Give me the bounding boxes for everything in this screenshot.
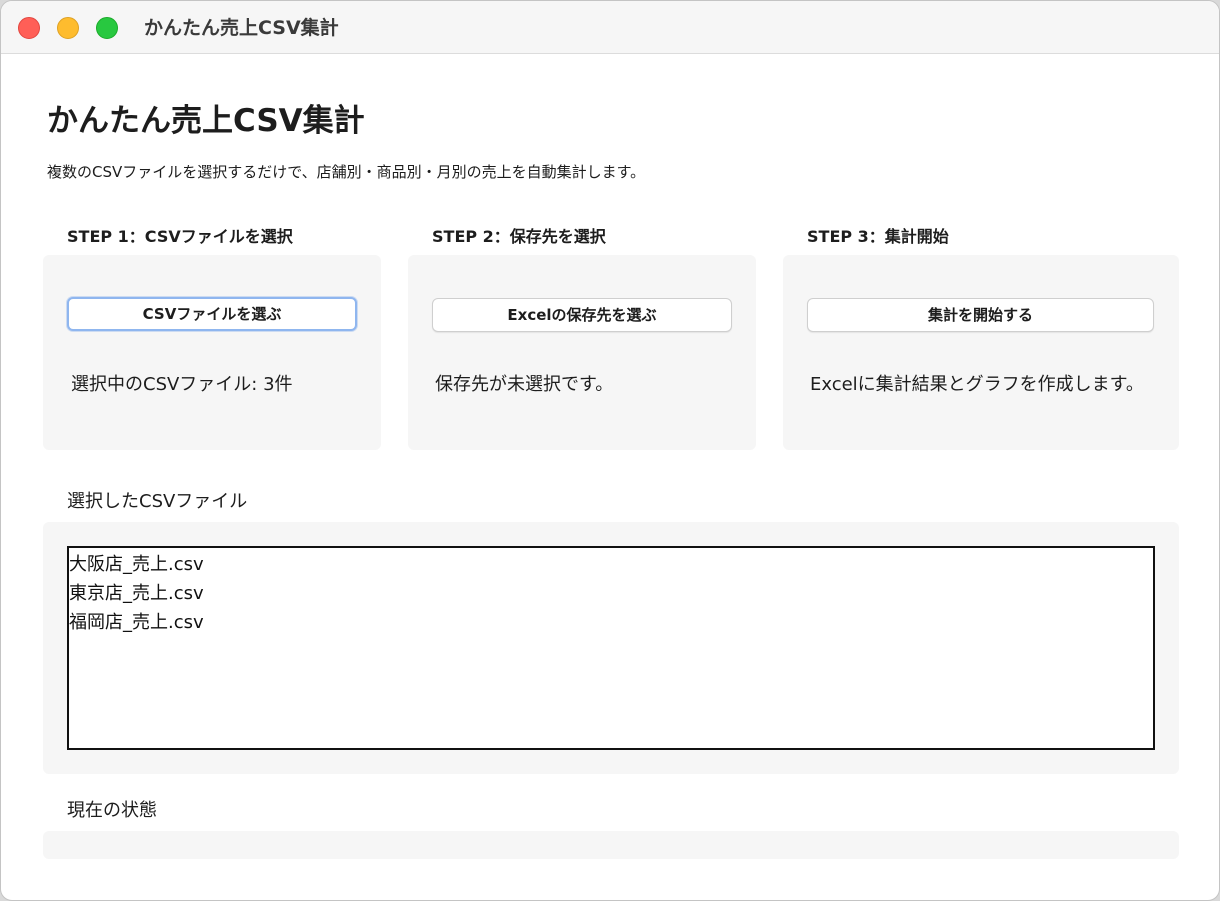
step3-status-text: Excelに集計結果とグラフを作成します。 (810, 374, 1144, 395)
status-label: 現在の状態 (67, 800, 157, 821)
file-list-label: 選択したCSVファイル (67, 491, 248, 512)
csv-file-listbox[interactable]: 大阪店_売上.csv 東京店_売上.csv 福岡店_売上.csv (67, 546, 1155, 750)
app-window: かんたん売上CSV集計 かんたん売上CSV集計 複数のCSVファイルを選択するだ… (0, 0, 1220, 901)
step3-label: STEP 3：集計開始 (807, 227, 949, 246)
step2-status-text: 保存先が未選択です。 (435, 374, 614, 395)
page-title: かんたん売上CSV集計 (47, 103, 365, 139)
step2-label: STEP 2：保存先を選択 (432, 227, 606, 246)
step2-card (408, 255, 756, 450)
title-bar[interactable]: かんたん売上CSV集計 (1, 1, 1219, 54)
maximize-window-button[interactable] (96, 17, 118, 39)
step1-status-text: 選択中のCSVファイル: 3件 (71, 374, 293, 395)
minimize-window-button[interactable] (57, 17, 79, 39)
status-card (43, 831, 1179, 859)
choose-excel-destination-button[interactable]: Excelの保存先を選ぶ (432, 298, 732, 332)
step1-card (43, 255, 381, 450)
file-list-item[interactable]: 福岡店_売上.csv (69, 608, 1153, 637)
step3-card (783, 255, 1179, 450)
start-aggregation-button[interactable]: 集計を開始する (807, 298, 1154, 332)
choose-csv-button[interactable]: CSVファイルを選ぶ (67, 297, 357, 331)
file-list-item[interactable]: 大阪店_売上.csv (69, 550, 1153, 579)
step1-label: STEP 1：CSVファイルを選択 (67, 227, 293, 246)
file-list-item[interactable]: 東京店_売上.csv (69, 579, 1153, 608)
page-description: 複数のCSVファイルを選択するだけで、店舗別・商品別・月別の売上を自動集計します… (47, 163, 646, 181)
window-title: かんたん売上CSV集計 (144, 17, 339, 39)
close-window-button[interactable] (18, 17, 40, 39)
